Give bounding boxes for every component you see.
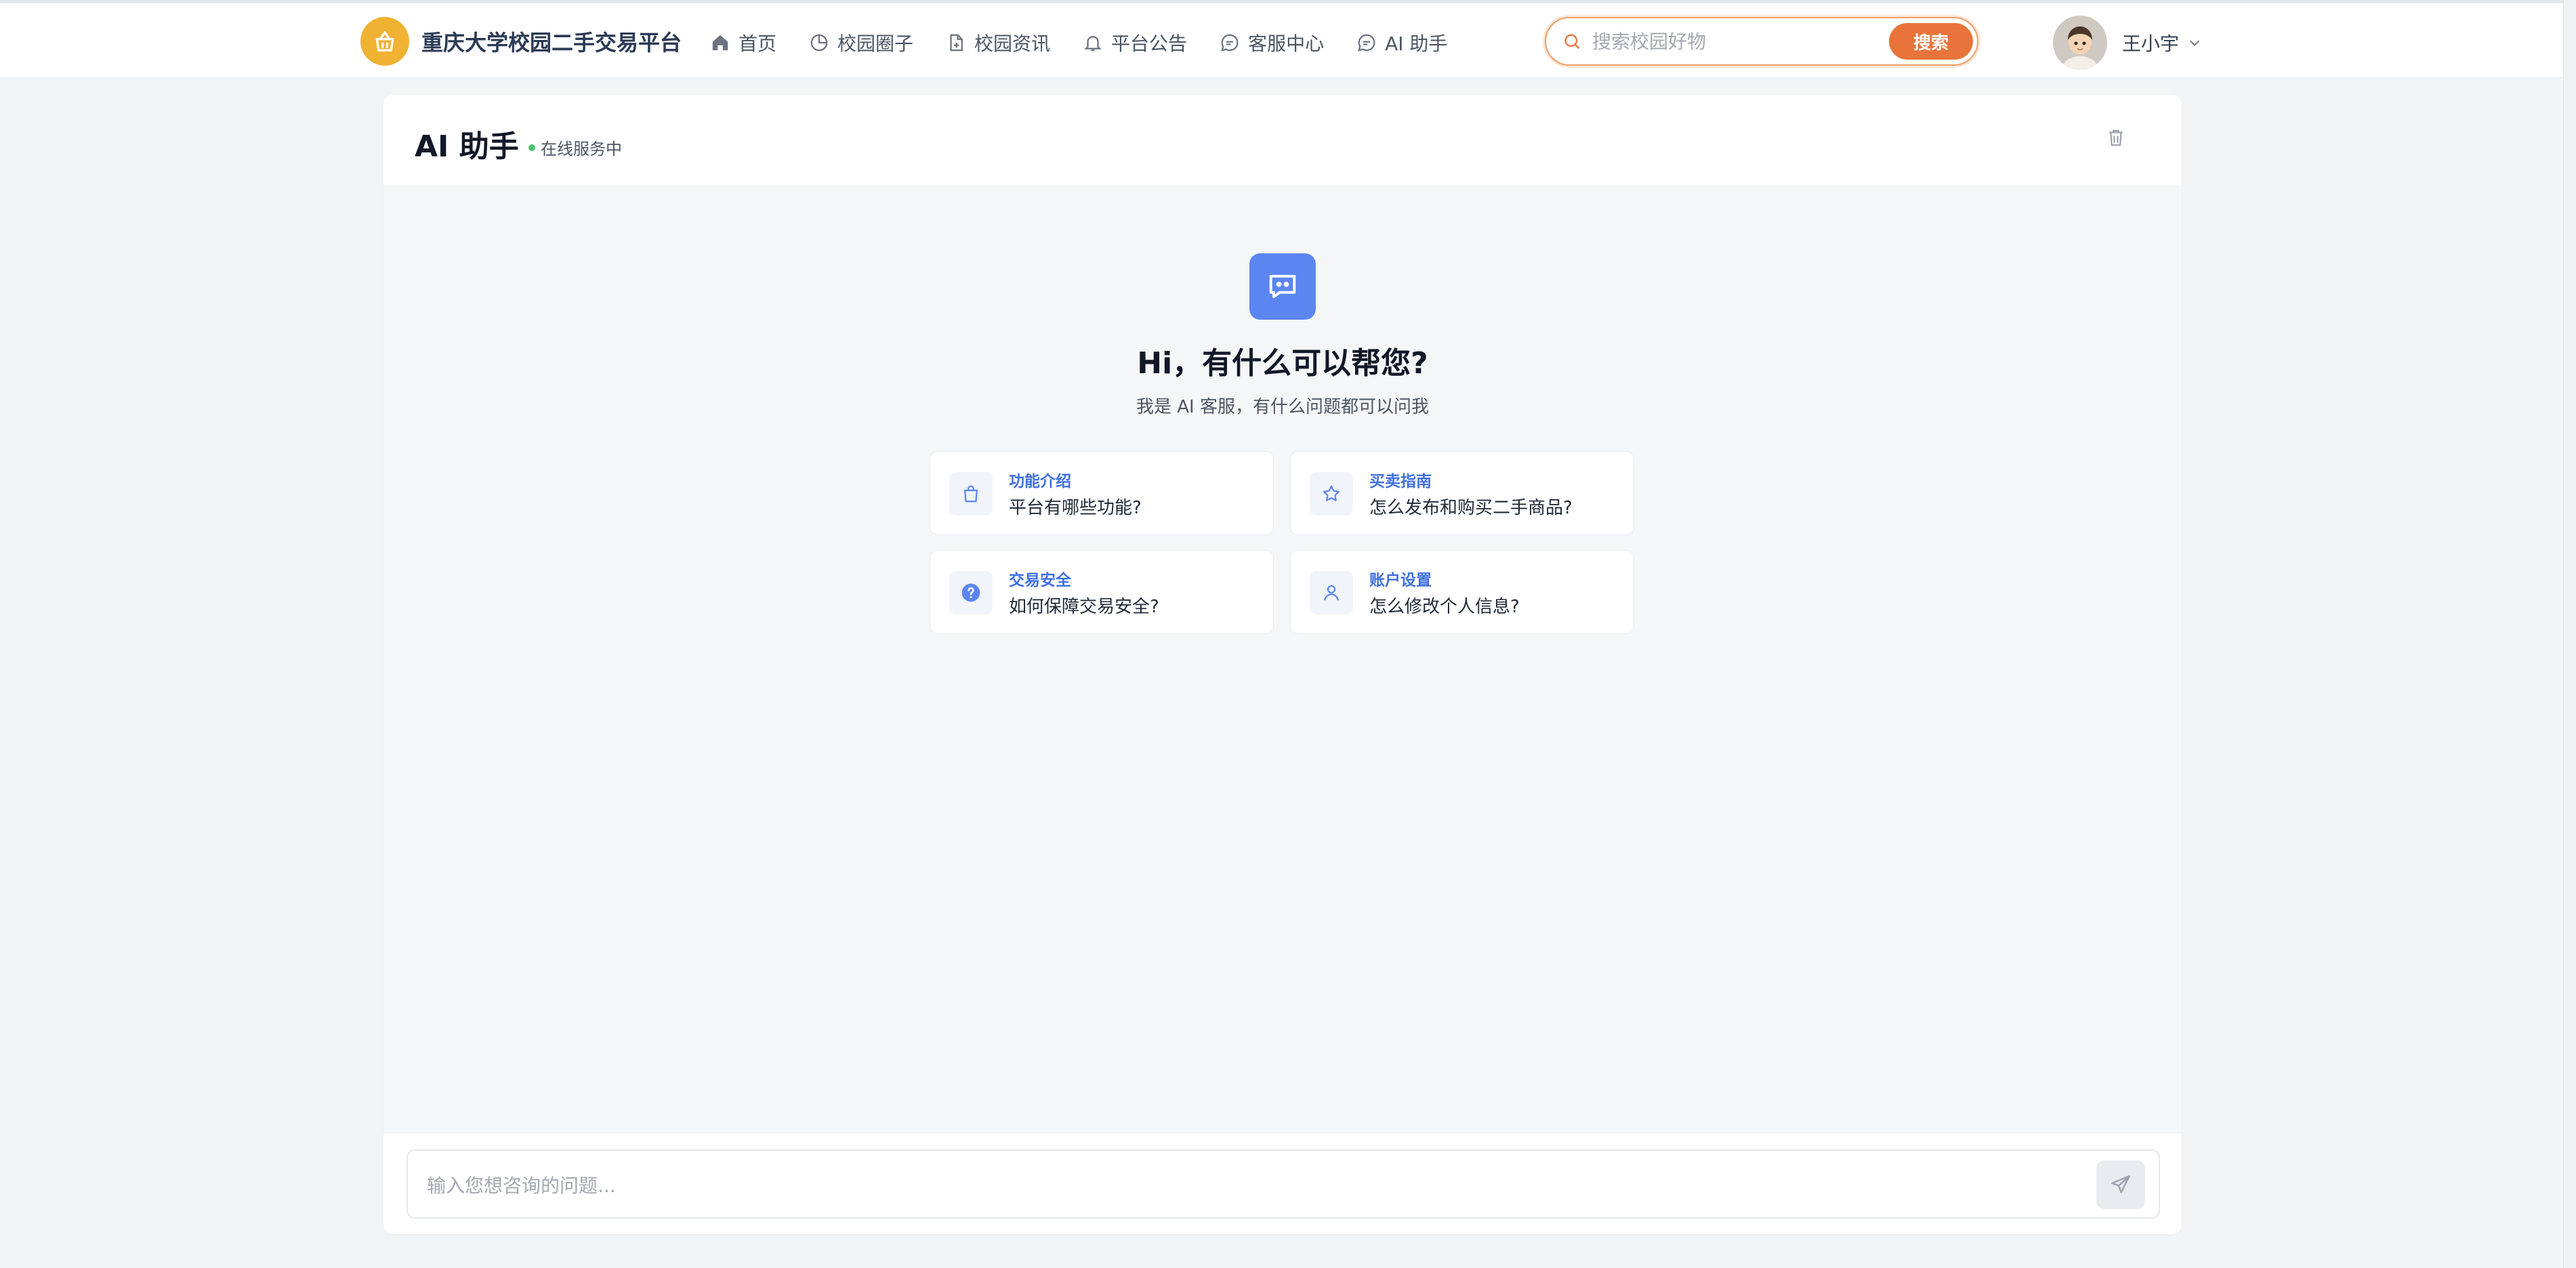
nav-item-circle[interactable]: 校园圈子: [809, 29, 913, 56]
nav-item-label: 首页: [739, 33, 777, 55]
home-icon: [712, 35, 728, 51]
nav-item-label: 校园资讯: [974, 33, 1051, 55]
brand-title: 重庆大学校园二手交易平台: [421, 30, 682, 56]
send-icon: [2111, 1175, 2131, 1193]
brand[interactable]: 重庆大学校园二手交易平台: [360, 16, 682, 67]
chevron-down-icon: [2187, 35, 2202, 50]
suggestion-card-features[interactable]: 功能介绍 平台有哪些功能?: [930, 451, 1274, 535]
clear-chat-button[interactable]: [2106, 127, 2126, 150]
suggestion-card-guide[interactable]: 买卖指南 怎么发布和购买二手商品?: [1290, 451, 1634, 535]
nav-item-news[interactable]: 校园资讯: [946, 29, 1050, 56]
suggestion-category: 买卖指南: [1369, 473, 1432, 490]
greeting-title: Hi，有什么可以帮您?: [1137, 346, 1428, 381]
nav-item-ai-assistant[interactable]: AI 助手: [1356, 29, 1447, 56]
star-icon: [1310, 472, 1353, 515]
message-input[interactable]: [425, 1168, 2054, 1202]
chat-bubble-icon: [1358, 34, 1375, 51]
shopping-basket-icon: [360, 17, 409, 66]
shopping-bag-icon: [949, 472, 993, 515]
user-menu[interactable]: 王小宇: [2053, 16, 2202, 70]
status-text: 在线服务中: [541, 140, 622, 158]
send-button[interactable]: [2096, 1160, 2145, 1209]
online-dot: [528, 144, 535, 151]
nav-item-announcements[interactable]: 平台公告: [1083, 29, 1187, 56]
user-icon: [1310, 571, 1353, 614]
status-badge: 在线服务中: [528, 135, 622, 159]
suggestion-category: 账户设置: [1369, 572, 1432, 589]
avatar[interactable]: [2053, 16, 2107, 70]
search-input[interactable]: [1591, 29, 1878, 54]
suggestion-category: 交易安全: [1009, 572, 1071, 589]
top-navbar: 重庆大学校园二手交易平台 首页 校园圈子 校园资讯 平台公告 客服中心 AI 助…: [0, 0, 2576, 78]
user-name: 王小宇: [2122, 33, 2180, 55]
panel-header: AI 助手 在线服务中: [383, 95, 2182, 186]
composer-box: [407, 1149, 2160, 1219]
page-scrollbar[interactable]: [2563, 0, 2576, 1268]
pie-chart-icon: [810, 34, 828, 51]
nav-item-label: 客服中心: [1248, 33, 1325, 55]
nav-item-home[interactable]: 首页: [710, 29, 776, 56]
search-button[interactable]: 搜索: [1889, 23, 1973, 60]
search-icon: [1562, 32, 1581, 51]
search-bar: 搜索: [1545, 17, 1978, 66]
nav-item-label: 校园圈子: [837, 33, 914, 55]
chat-bot-icon: [1249, 253, 1316, 320]
page-title: AI 助手: [415, 129, 519, 164]
nav-item-label: 平台公告: [1111, 33, 1188, 55]
chat-bubble-icon: [1221, 34, 1239, 51]
nav-item-label: AI 助手: [1385, 33, 1448, 55]
suggestion-question: 怎么发布和购买二手商品?: [1369, 498, 1573, 518]
suggestion-card-account[interactable]: 账户设置 怎么修改个人信息?: [1290, 550, 1634, 634]
nav-item-service-center[interactable]: 客服中心: [1220, 29, 1324, 56]
suggestion-card-safety[interactable]: 交易安全 如何保障交易安全?: [930, 550, 1274, 634]
message-composer: [383, 1133, 2182, 1234]
suggestion-category: 功能介绍: [1009, 473, 1071, 490]
main-nav: 首页 校园圈子 校园资讯 平台公告 客服中心 AI 助手: [710, 24, 1480, 62]
document-add-icon: [950, 34, 963, 51]
suggestion-question: 平台有哪些功能?: [1009, 498, 1142, 518]
trash-icon: [2109, 129, 2123, 146]
greeting-subtitle: 我是 AI 客服，有什么问题都可以问我: [1136, 397, 1429, 417]
suggestion-question: 怎么修改个人信息?: [1369, 597, 1520, 617]
bell-icon: [1084, 36, 1102, 51]
ai-assistant-panel: AI 助手 在线服务中 Hi，有什么可以帮您? 我是 AI 客服，有什么问题都可…: [383, 95, 2182, 1234]
suggestion-question: 如何保障交易安全?: [1009, 597, 1159, 617]
help-circle-icon: [949, 571, 993, 614]
